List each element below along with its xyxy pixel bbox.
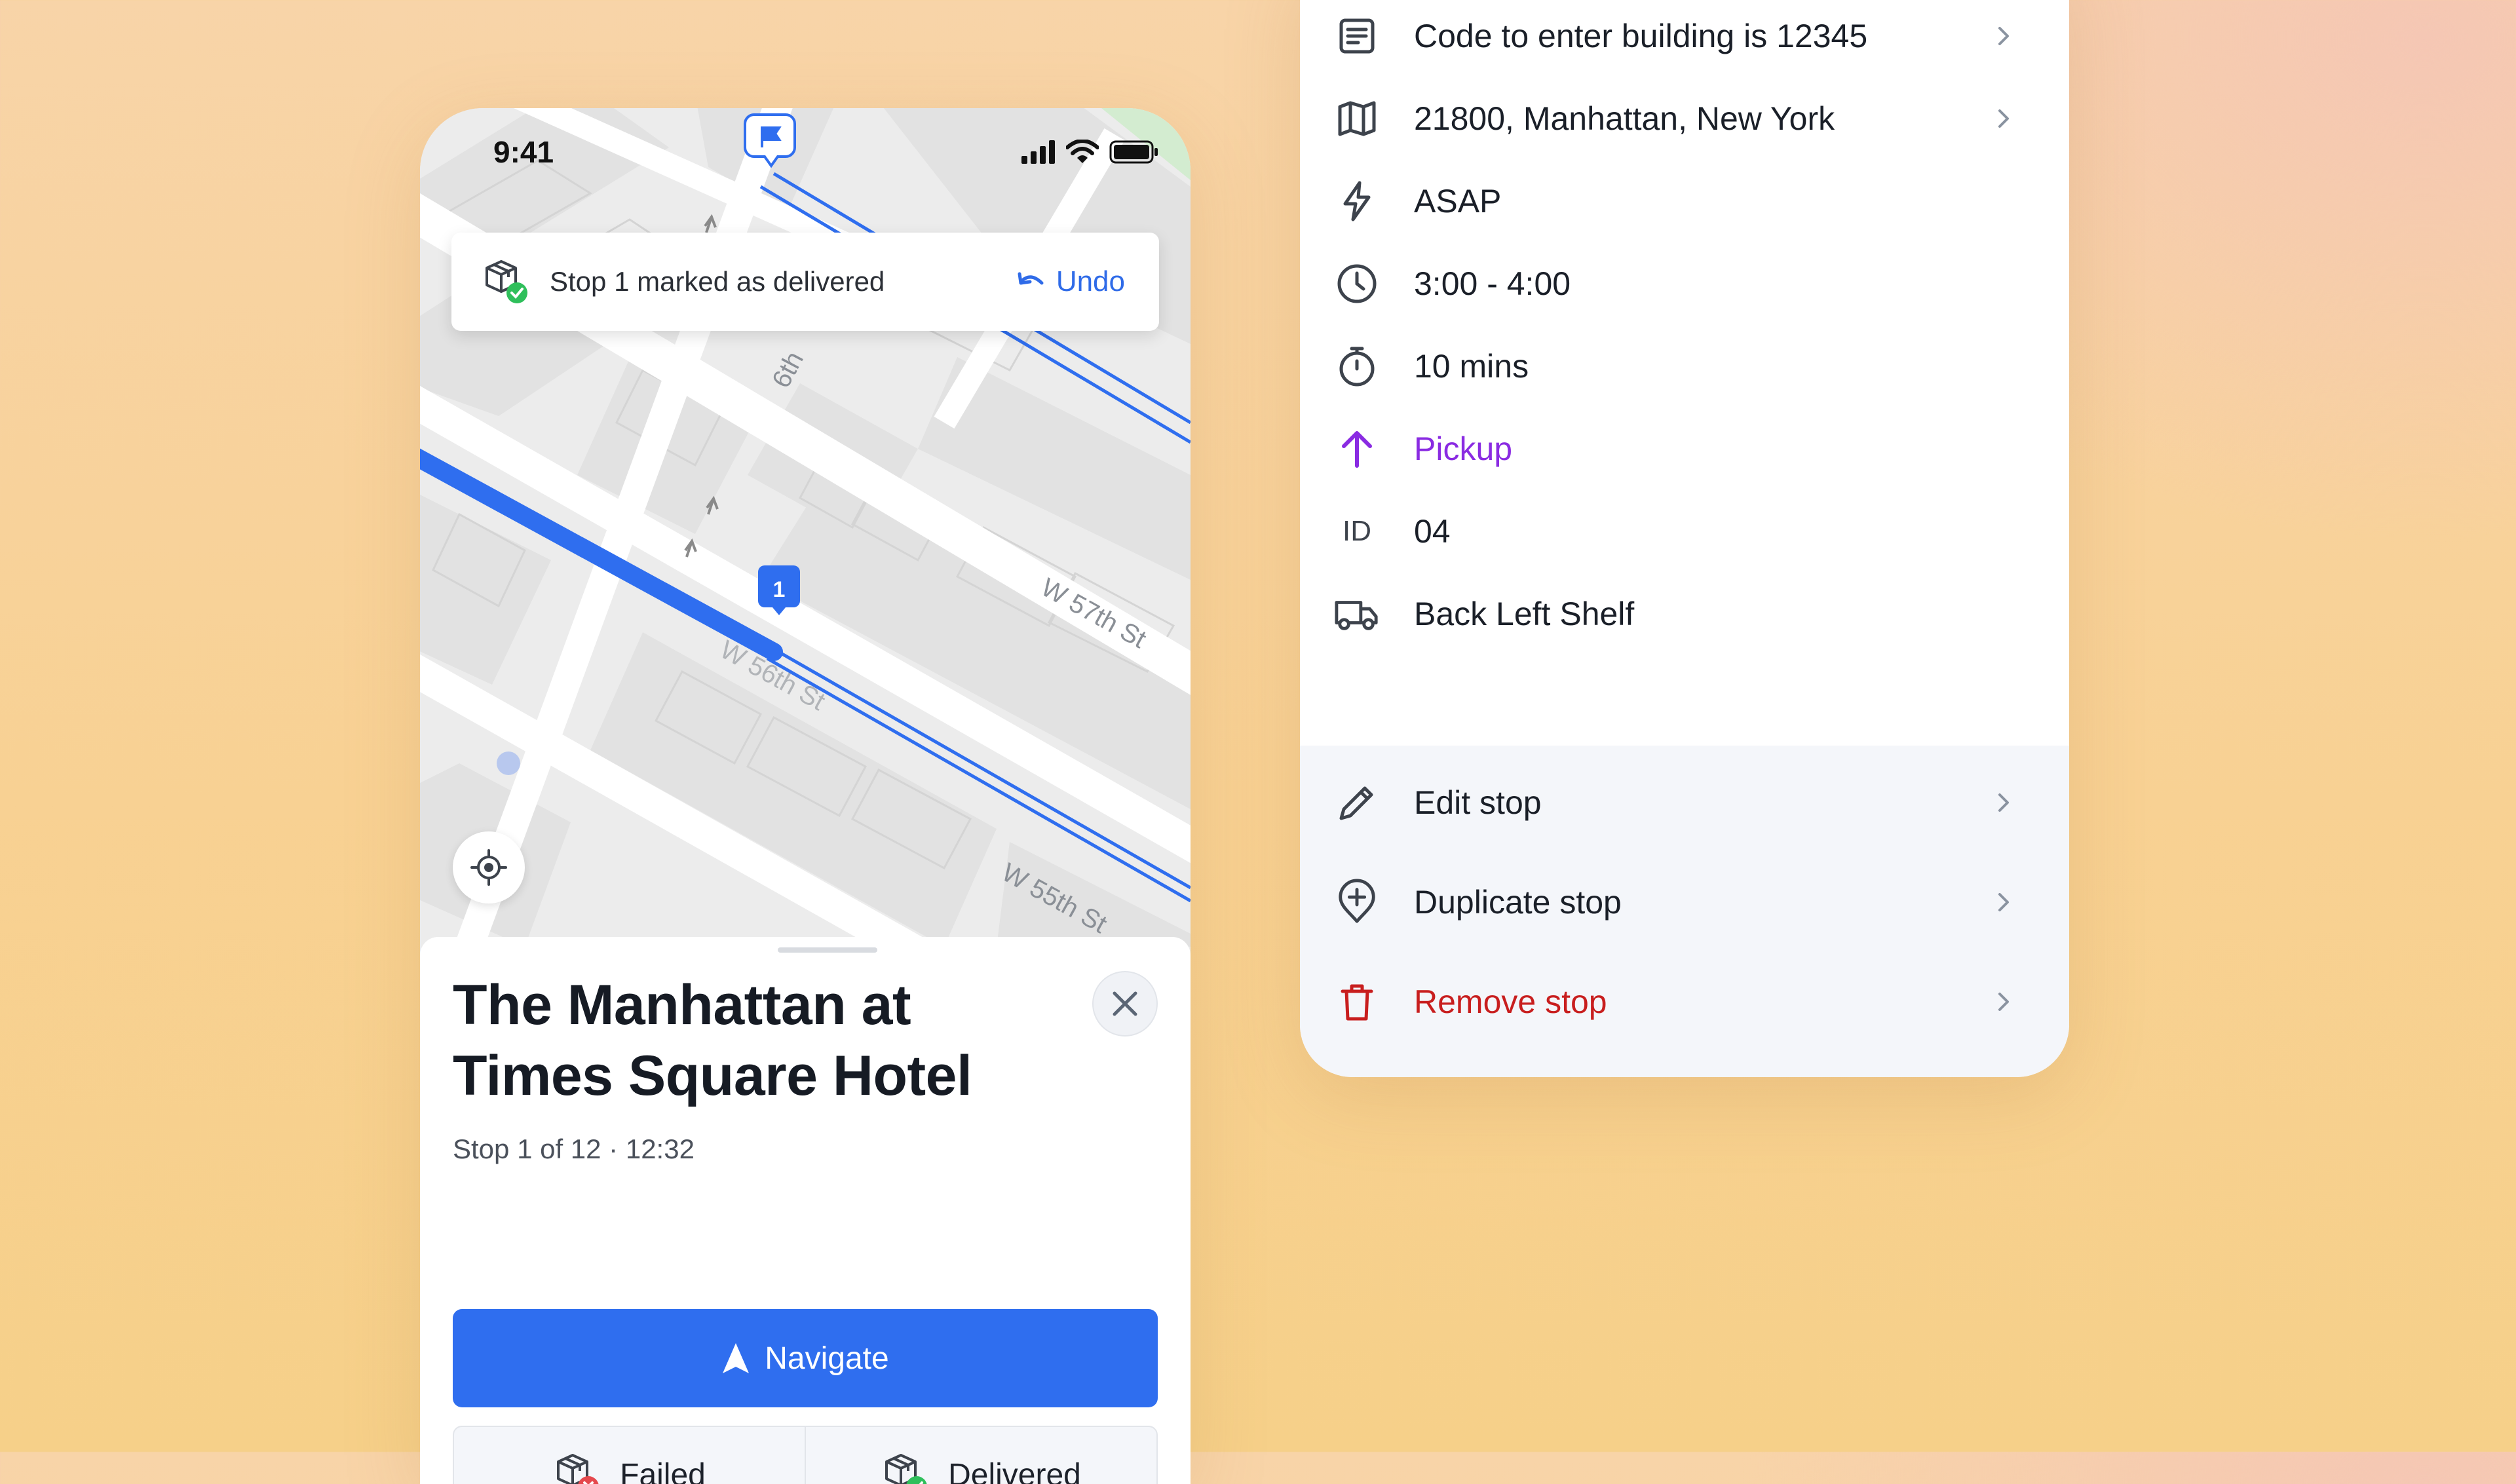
failed-button[interactable]: Failed bbox=[454, 1427, 805, 1484]
navigation-arrow-icon bbox=[721, 1342, 750, 1375]
close-button[interactable] bbox=[1092, 971, 1158, 1037]
stop-actions-list: Edit stop Duplicate stop Remove stop bbox=[1300, 746, 2069, 1077]
close-icon bbox=[1111, 989, 1139, 1018]
stopwatch-icon bbox=[1334, 343, 1380, 389]
chevron-right-icon bbox=[1991, 889, 2017, 915]
detail-row-address[interactable]: 21800, Manhattan, New York bbox=[1300, 77, 2069, 160]
stop-detail-sheet: The Manhattan at Times Square Hotel Stop… bbox=[420, 937, 1191, 1484]
detail-row-note[interactable]: Code to enter building is 12345 bbox=[1300, 0, 2069, 77]
undo-label: Undo bbox=[1056, 233, 1125, 331]
remove-stop-label: Remove stop bbox=[1414, 983, 1607, 1021]
navigate-label: Navigate bbox=[765, 1341, 888, 1377]
signal-icon bbox=[1021, 140, 1056, 164]
package-delivered-icon bbox=[482, 256, 531, 306]
svg-text:1: 1 bbox=[773, 577, 786, 602]
detail-text-time-window: 3:00 - 4:00 bbox=[1414, 265, 1571, 303]
battery-icon bbox=[1109, 140, 1159, 164]
detail-row-duration: 10 mins bbox=[1300, 325, 2069, 408]
lightning-icon bbox=[1334, 178, 1380, 224]
note-icon bbox=[1334, 13, 1380, 59]
stop-details-panel: Code to enter building is 12345 21800, M… bbox=[1300, 0, 2069, 1077]
status-bar: 9:41 bbox=[420, 108, 1191, 206]
wifi-icon bbox=[1066, 140, 1099, 164]
package-failed-icon bbox=[553, 1450, 603, 1484]
id-label: ID bbox=[1334, 508, 1380, 554]
stop-title: The Manhattan at Times Square Hotel bbox=[453, 970, 1069, 1111]
detail-text-priority: ASAP bbox=[1414, 182, 1501, 220]
delivery-toast: Stop 1 marked as delivered Undo bbox=[451, 233, 1159, 331]
undo-icon bbox=[1016, 269, 1047, 295]
detail-text-duration: 10 mins bbox=[1414, 347, 1529, 385]
duplicate-pin-icon bbox=[1334, 879, 1380, 925]
navigate-button[interactable]: Navigate bbox=[453, 1309, 1158, 1407]
edit-stop-button[interactable]: Edit stop bbox=[1300, 753, 2069, 852]
remove-stop-button[interactable]: Remove stop bbox=[1300, 953, 2069, 1051]
arrow-up-icon bbox=[1334, 426, 1380, 472]
detail-text-address: 21800, Manhattan, New York bbox=[1414, 100, 1835, 138]
stop-subtitle: Stop 1 of 12 · 12:32 bbox=[453, 1133, 695, 1165]
undo-button[interactable]: Undo bbox=[1016, 233, 1125, 331]
detail-row-time-window: 3:00 - 4:00 bbox=[1300, 242, 2069, 325]
clock-icon bbox=[1334, 261, 1380, 307]
package-delivered-icon bbox=[881, 1450, 931, 1484]
detail-text-vehicle-position: Back Left Shelf bbox=[1414, 595, 1634, 633]
chevron-right-icon bbox=[1991, 989, 2017, 1015]
map-icon bbox=[1334, 96, 1380, 142]
crosshair-icon bbox=[470, 849, 507, 886]
detail-row-id: ID 04 bbox=[1300, 490, 2069, 573]
delivered-button[interactable]: Delivered bbox=[805, 1427, 1156, 1484]
delivery-actions: Failed Delivered bbox=[453, 1426, 1158, 1484]
my-location-button[interactable] bbox=[453, 831, 525, 904]
detail-text-type: Pickup bbox=[1414, 430, 1512, 468]
toast-message: Stop 1 marked as delivered bbox=[550, 233, 885, 331]
duplicate-stop-button[interactable]: Duplicate stop bbox=[1300, 853, 2069, 951]
truck-icon bbox=[1334, 591, 1380, 637]
phone-screen: 6th W 57th St W 55th St W 56th St 1 9:41 bbox=[420, 108, 1191, 1484]
trash-icon bbox=[1334, 979, 1380, 1025]
detail-text-note: Code to enter building is 12345 bbox=[1414, 17, 1867, 55]
delivered-label: Delivered bbox=[948, 1457, 1081, 1484]
chevron-right-icon bbox=[1991, 105, 2017, 132]
failed-label: Failed bbox=[620, 1457, 706, 1484]
status-time: 9:41 bbox=[493, 134, 554, 170]
detail-text-id: 04 bbox=[1414, 512, 1451, 550]
detail-row-vehicle-position: Back Left Shelf bbox=[1300, 573, 2069, 655]
chevron-right-icon bbox=[1991, 790, 2017, 816]
sheet-grabber[interactable] bbox=[778, 947, 877, 953]
duplicate-stop-label: Duplicate stop bbox=[1414, 883, 1622, 921]
edit-stop-label: Edit stop bbox=[1414, 784, 1542, 822]
pencil-icon bbox=[1334, 780, 1380, 826]
detail-row-type: Pickup bbox=[1300, 408, 2069, 490]
chevron-right-icon bbox=[1991, 23, 2017, 49]
detail-row-priority: ASAP bbox=[1300, 160, 2069, 242]
